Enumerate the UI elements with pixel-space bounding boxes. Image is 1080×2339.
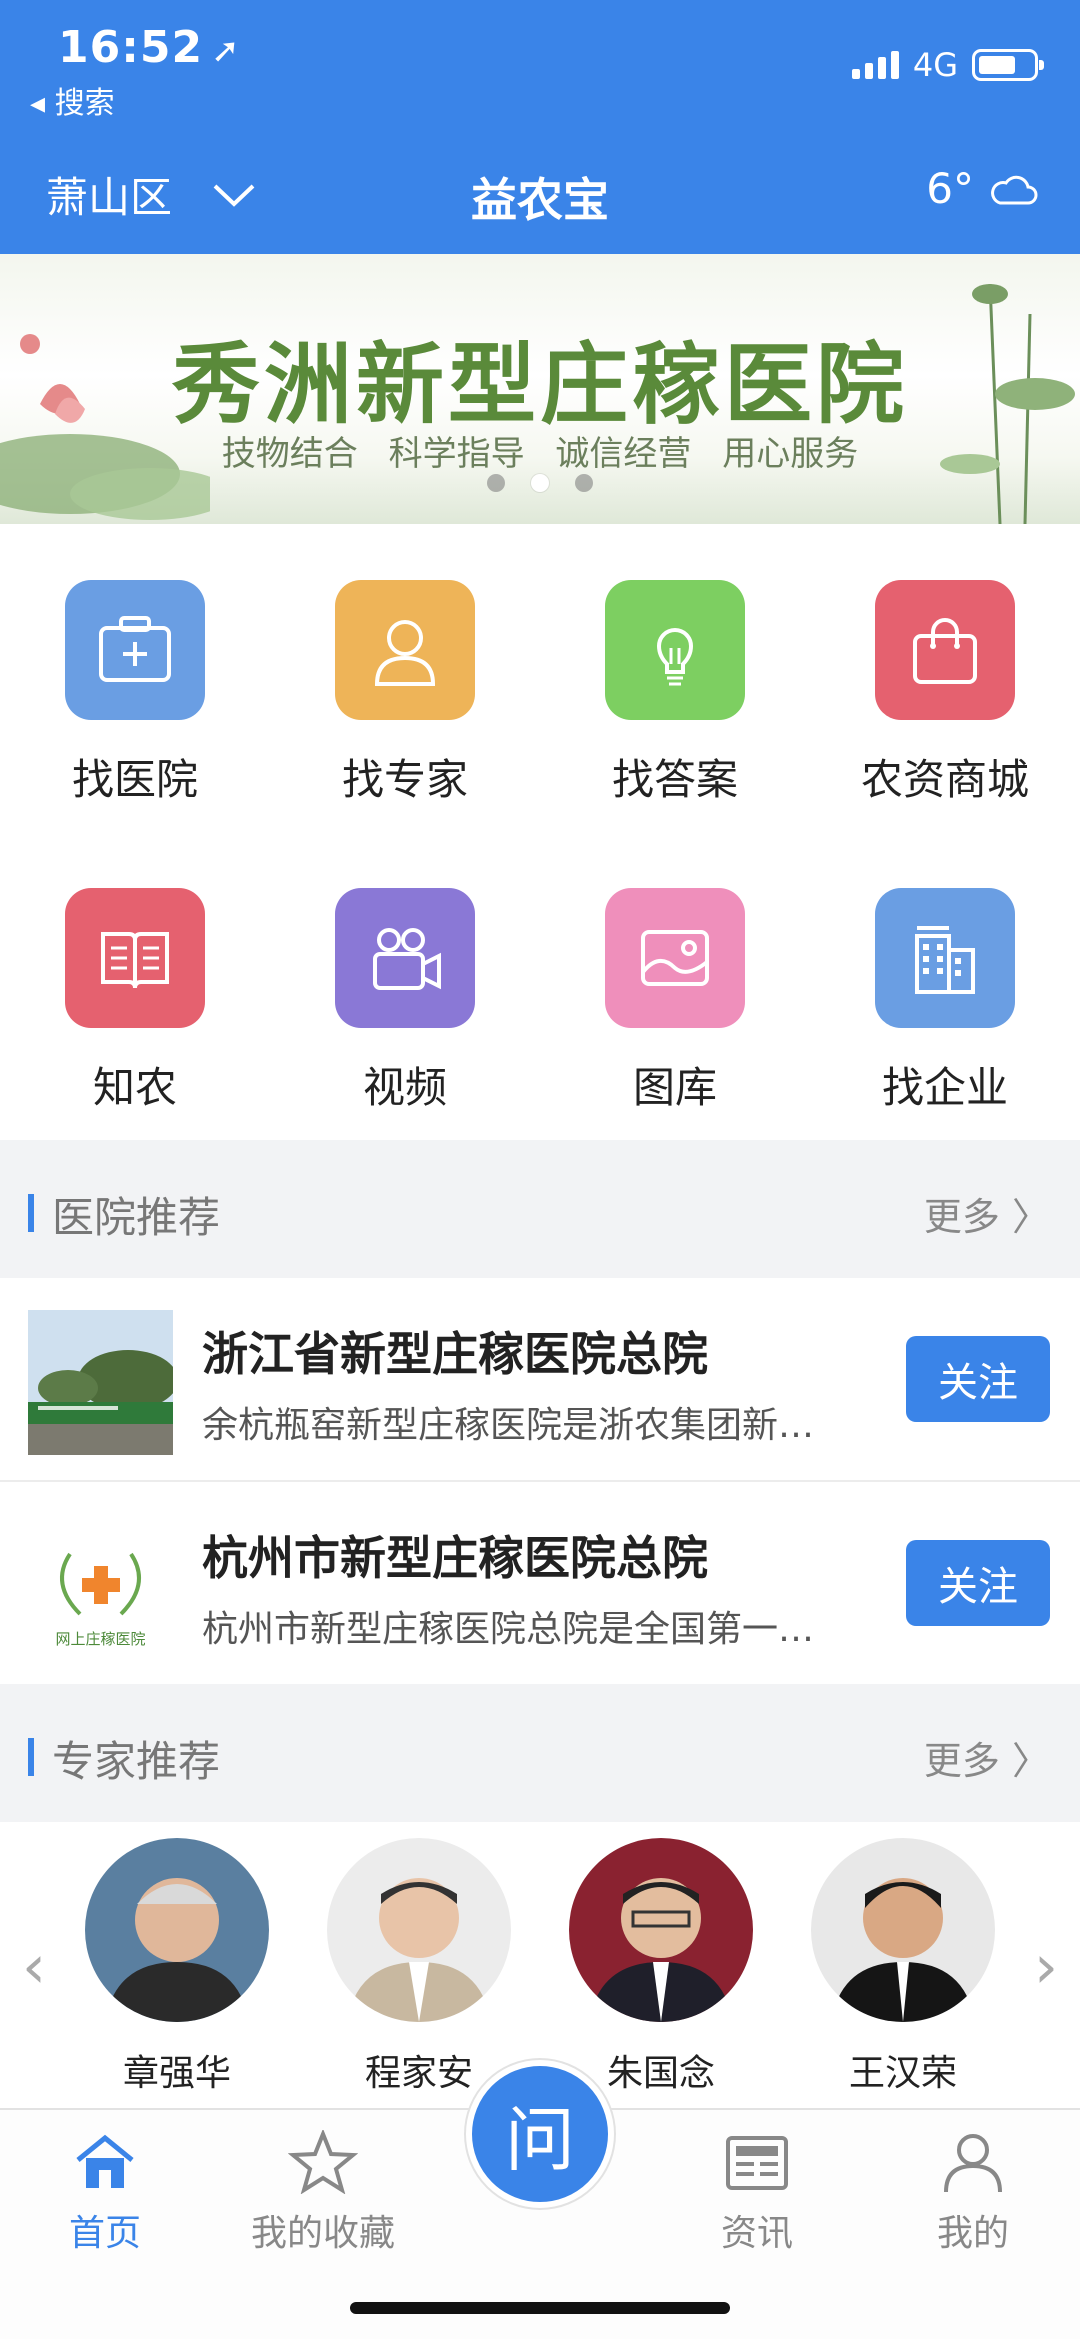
tab-label: 我的	[936, 2213, 1009, 2254]
chevron-left-icon[interactable]: ‹	[22, 1932, 46, 2002]
avatar	[569, 1838, 753, 2022]
medical-kit-icon	[65, 580, 205, 720]
tab-news[interactable]: 资讯	[672, 2130, 842, 2256]
top-header: 16:52 ➚ ◂ 搜索 4G 萧山区 益农宝 6°	[0, 0, 1080, 254]
carousel-indicator[interactable]	[0, 474, 1080, 492]
grid-item-video[interactable]: 视频	[270, 888, 540, 1115]
section-title: 医院推荐	[52, 1193, 221, 1242]
back-to-search-link[interactable]: ◂ 搜索	[30, 78, 115, 122]
follow-button[interactable]: 关注	[906, 1540, 1050, 1626]
chevron-down-icon	[213, 184, 255, 207]
expert-person-icon	[335, 580, 475, 720]
carousel-dot[interactable]	[575, 474, 593, 492]
expert-section-header: 专家推荐 更多 〉	[0, 1684, 1080, 1822]
grid-item-find-hospital[interactable]: 找医院	[0, 580, 270, 807]
hospital-name: 浙江省新型庄稼医院总院	[202, 1327, 708, 1381]
hospital-card[interactable]: 网上庄稼医院 杭州市新型庄稼医院总院 杭州市新型庄稼医院总院是全国第一… 关注	[0, 1482, 1080, 1684]
signal-icon	[851, 51, 899, 79]
expert-card[interactable]: 程家安	[324, 1838, 514, 2096]
grid-item-agri-mall[interactable]: 农资商城	[810, 580, 1080, 807]
tab-label: 我的收藏	[250, 2213, 395, 2254]
avatar	[85, 1838, 269, 2022]
grid-label: 视频	[362, 1063, 447, 1112]
district-label: 萧山区	[46, 173, 173, 222]
feature-grid: 找医院 找专家 找答案 农资商城 知农 视频 图库 找企业	[0, 524, 1080, 1140]
weather-widget[interactable]: 6°	[926, 164, 1038, 213]
hospital-card[interactable]: 浙江省新型庄稼医院总院 余杭瓶窑新型庄稼医院是浙农集团新… 关注	[0, 1278, 1080, 1480]
expert-card[interactable]: 章强华	[82, 1838, 272, 2096]
cloud-icon	[991, 175, 1038, 204]
book-icon	[65, 888, 205, 1028]
newspaper-icon	[726, 2136, 788, 2190]
promo-banner[interactable]: 秀洲新型庄稼医院 技物结合 科学指导 诚信经营 用心服务	[0, 254, 1080, 524]
expert-card[interactable]: 朱国念	[566, 1838, 756, 2096]
hospital-more-link[interactable]: 更多 〉	[924, 1186, 1050, 1241]
video-camera-icon	[335, 888, 475, 1028]
network-type: 4G	[912, 46, 958, 84]
hospital-logo-text: 网上庄稼医院	[55, 1630, 146, 1648]
status-indicators: 4G	[851, 46, 1044, 84]
hospital-logo: 网上庄稼医院	[28, 1514, 173, 1659]
tab-profile[interactable]: 我的	[888, 2130, 1058, 2256]
battery-icon	[972, 49, 1044, 81]
grid-label: 图库	[632, 1063, 717, 1112]
temperature: 6°	[926, 164, 974, 213]
hospital-name: 杭州市新型庄稼医院总院	[202, 1531, 708, 1585]
carousel-dot-active[interactable]	[531, 474, 549, 492]
section-accent-bar	[28, 1738, 34, 1776]
tab-favorites[interactable]: 我的收藏	[238, 2128, 408, 2256]
expert-name: 王汉荣	[848, 2053, 957, 2094]
expert-card[interactable]: 王汉荣	[808, 1838, 998, 2096]
home-indicator	[350, 2302, 730, 2314]
tab-label: 资讯	[720, 2213, 793, 2254]
chevron-right-icon[interactable]: ›	[1034, 1932, 1058, 2002]
hospital-description: 余杭瓶窑新型庄稼医院是浙农集团新…	[202, 1405, 815, 1446]
grid-label: 找答案	[611, 755, 738, 804]
grid-label: 农资商城	[860, 755, 1029, 804]
user-icon	[944, 2134, 1002, 2193]
grid-item-find-company[interactable]: 找企业	[810, 888, 1080, 1115]
expert-more-link[interactable]: 更多 〉	[924, 1730, 1050, 1785]
section-title: 专家推荐	[52, 1737, 221, 1786]
banner-title: 秀洲新型庄稼医院	[171, 333, 908, 436]
star-icon	[287, 2128, 359, 2195]
hospital-section-header: 医院推荐 更多 〉	[0, 1140, 1080, 1278]
home-icon	[76, 2134, 134, 2188]
picture-icon	[605, 888, 745, 1028]
section-accent-bar	[28, 1194, 34, 1232]
banner-subtitle: 技物结合 科学指导 诚信经营 用心服务	[221, 434, 859, 474]
grid-label: 知农	[92, 1063, 177, 1112]
hospital-description: 杭州市新型庄稼医院总院是全国第一…	[202, 1609, 815, 1650]
status-time: 16:52 ➚	[58, 22, 241, 73]
shopping-bag-icon	[875, 580, 1015, 720]
grid-label: 找医院	[71, 755, 198, 804]
grid-label: 找专家	[341, 755, 468, 804]
district-selector[interactable]: 萧山区	[46, 164, 256, 225]
building-icon	[875, 888, 1015, 1028]
grid-item-find-expert[interactable]: 找专家	[270, 580, 540, 807]
avatar	[811, 1838, 995, 2022]
location-arrow-icon: ➚	[211, 31, 241, 71]
grid-item-agri-knowledge[interactable]: 知农	[0, 888, 270, 1115]
hospital-photo	[28, 1310, 173, 1455]
expert-name: 章强华	[122, 2053, 231, 2094]
tab-home[interactable]: 首页	[20, 2130, 190, 2256]
avatar	[327, 1838, 511, 2022]
lightbulb-icon	[605, 580, 745, 720]
grid-label: 找企业	[881, 1063, 1008, 1112]
carousel-dot[interactable]	[487, 474, 505, 492]
grid-item-gallery[interactable]: 图库	[540, 888, 810, 1115]
grid-item-find-answer[interactable]: 找答案	[540, 580, 810, 807]
ask-question-button[interactable]: 问	[466, 2060, 614, 2208]
follow-button[interactable]: 关注	[906, 1336, 1050, 1422]
tab-label: 首页	[68, 2213, 141, 2254]
